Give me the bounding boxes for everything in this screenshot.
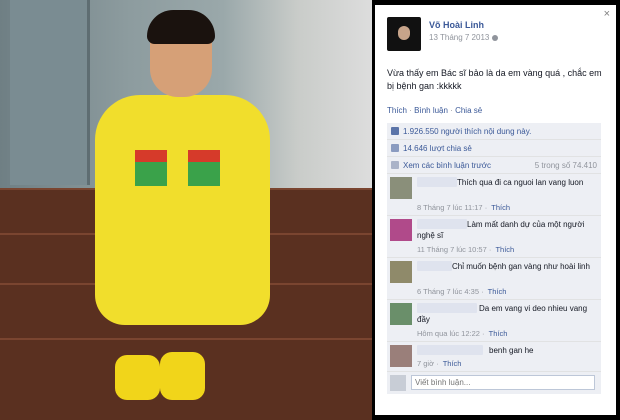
thumbs-up-icon: [391, 127, 399, 135]
shares-count[interactable]: 14.646 lượt chia sẻ: [403, 144, 472, 153]
comment-meta: 7 giờ · Thích: [417, 359, 462, 368]
comment-time[interactable]: 11 Tháng 7 lúc 10:57: [417, 245, 487, 254]
comment-text: Chỉ muốn bệnh gan vàng như hoài linh: [452, 262, 590, 271]
comment-time[interactable]: 6 Tháng 7 lúc 4:35: [417, 287, 479, 296]
post-text: Vừa thấy em Bác sĩ bảo là da em vàng quá…: [387, 68, 602, 91]
photo-sandal: [115, 355, 160, 400]
comment-time[interactable]: Hôm qua lúc 12:22: [417, 329, 480, 338]
comment-input[interactable]: [411, 375, 595, 390]
comment-item: benh gan he 7 giờ · Thích: [387, 342, 601, 372]
share-icon: [391, 144, 399, 152]
commenter-avatar[interactable]: [390, 345, 412, 367]
comment-item: Da em vang vi deo nhieu vang đầy Hôm qua…: [387, 300, 601, 342]
comment-time[interactable]: 8 Tháng 7 lúc 11:17: [417, 203, 483, 212]
comment-like-link[interactable]: Thích: [443, 359, 462, 368]
post-date[interactable]: 13 Tháng 7 2013: [429, 33, 489, 42]
feedback-box: 1.926.550 người thích nội dung này. 14.6…: [387, 123, 601, 394]
comment-time[interactable]: 7 giờ: [417, 359, 434, 368]
comment-meta: Hôm qua lúc 12:22 · Thích: [417, 329, 508, 338]
comment-text: benh gan he: [489, 346, 534, 355]
photo-door: [10, 0, 90, 185]
comment-item: Thích qua đi ca nguoi lan vang luon 8 Th…: [387, 174, 601, 216]
comment-meta: 6 Tháng 7 lúc 4:35 · Thích: [417, 287, 507, 296]
commenter-avatar[interactable]: [390, 261, 412, 283]
photo-person-hair: [147, 10, 215, 44]
comment-text: Da em vang vi deo nhieu vang đầy: [417, 304, 588, 324]
share-link[interactable]: Chia sẻ: [455, 106, 482, 115]
post-photo[interactable]: [0, 0, 372, 420]
post-panel: × Võ Hoài Linh 13 Tháng 7 2013 Vừa thấy …: [375, 5, 616, 415]
photo-sandal: [160, 352, 205, 400]
author-name[interactable]: Võ Hoài Linh: [429, 20, 498, 30]
shares-row[interactable]: 14.646 lượt chia sẻ: [387, 140, 601, 157]
comment-meta: 11 Tháng 7 lúc 10:57 · Thích: [417, 245, 515, 254]
post-actions: Thích · Bình luận · Chia sẻ: [387, 106, 482, 115]
likes-count[interactable]: 1.926.550 người thích nội dung này.: [403, 127, 531, 136]
close-icon[interactable]: ×: [604, 8, 610, 20]
reply-box: [387, 372, 601, 394]
comment-like-link[interactable]: Thích: [488, 287, 507, 296]
photo-pocket: [135, 150, 167, 186]
view-previous-link[interactable]: Xem các bình luận trước: [403, 161, 491, 170]
comment-pager: 5 trong số 74.410: [534, 160, 597, 170]
comment-like-link[interactable]: Thích: [489, 329, 508, 338]
comment-icon: [391, 161, 399, 169]
view-previous-row[interactable]: Xem các bình luận trước 5 trong số 74.41…: [387, 157, 601, 174]
commenter-avatar[interactable]: [390, 219, 412, 241]
comment-like-link[interactable]: Thích: [491, 203, 510, 212]
globe-icon: [492, 34, 499, 41]
comment-text: Làm mất danh dự của một người nghệ sĩ: [417, 220, 585, 240]
like-link[interactable]: Thích: [387, 106, 407, 115]
avatar-face: [398, 26, 410, 40]
comment-item: Làm mất danh dự của một người nghệ sĩ 11…: [387, 216, 601, 258]
comment-link[interactable]: Bình luận: [414, 106, 448, 115]
comment-meta: 8 Tháng 7 lúc 11:17 · Thích: [417, 203, 511, 212]
likes-row[interactable]: 1.926.550 người thích nội dung này.: [387, 123, 601, 140]
photo-pocket: [188, 150, 220, 186]
post-date-row: 13 Tháng 7 2013: [429, 33, 499, 42]
viewer-avatar: [390, 375, 406, 391]
post-header: Võ Hoài Linh 13 Tháng 7 2013: [387, 17, 499, 51]
comment-text: Thích qua đi ca nguoi lan vang luon: [457, 178, 584, 187]
comment-item: Chỉ muốn bệnh gan vàng như hoài linh 6 T…: [387, 258, 601, 300]
commenter-avatar[interactable]: [390, 177, 412, 199]
commenter-avatar[interactable]: [390, 303, 412, 325]
photo-person-outfit: [95, 95, 270, 325]
author-info: Võ Hoài Linh 13 Tháng 7 2013: [429, 20, 499, 51]
comment-like-link[interactable]: Thích: [495, 245, 514, 254]
author-avatar[interactable]: [387, 17, 421, 51]
